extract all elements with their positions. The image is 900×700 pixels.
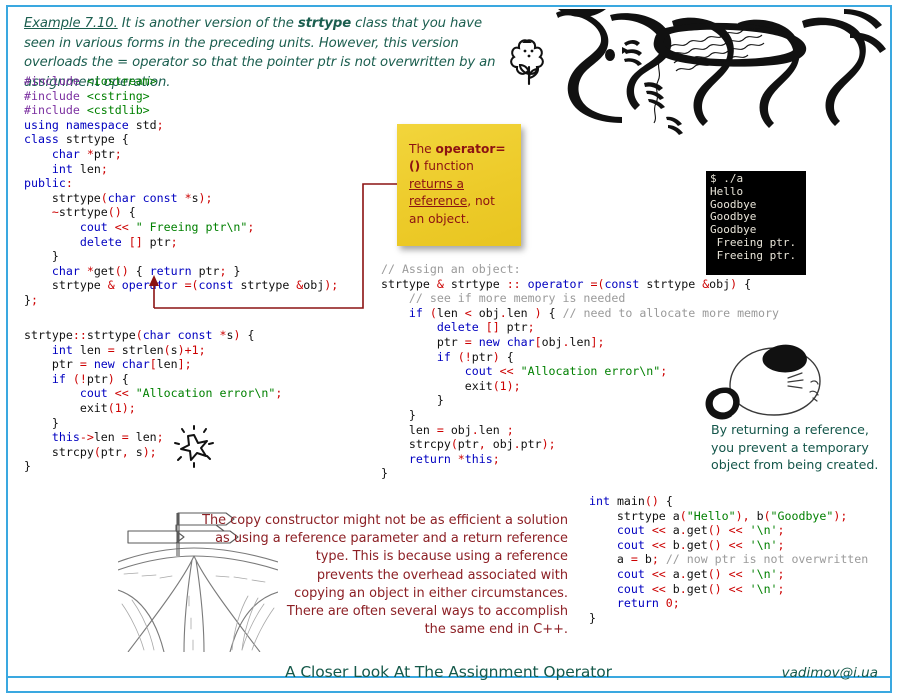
intro-bold-term: strtype xyxy=(297,16,352,31)
annotation-line: copying an object in either circumstance… xyxy=(294,585,568,601)
intro-text-1: It is another version of the xyxy=(117,16,298,31)
terminal-line: $ ./a xyxy=(710,172,744,185)
code-class-definition: #include <iostream> #include <cstring> #… xyxy=(24,74,339,307)
annotation-maroon: The copy constructor might not be as eff… xyxy=(200,512,568,639)
abstract-line-art xyxy=(556,9,886,135)
annotation-line: prevents the overhead associated with xyxy=(316,567,568,583)
code-constructor: strtype::strtype(char const *s) { int le… xyxy=(24,328,283,474)
sticky-underline: returns a reference xyxy=(409,176,468,209)
slide-canvas: Example 7.10. It is another version of t… xyxy=(0,0,900,700)
terminal-line: Freeing ptr. xyxy=(710,248,797,262)
terminal-output: $ ./a Hello Goodbye Goodbye Goodbye Freeing … xyxy=(706,171,806,275)
annotation-line: type. This is because using a reference xyxy=(315,549,568,565)
code-main-function: int main() { strtype a("Hello"), b("Good… xyxy=(589,494,869,625)
sticky-text-1: The xyxy=(409,142,436,156)
footer-email: vadimov@i.ua xyxy=(781,665,878,681)
sticky-text-2: function xyxy=(420,159,474,174)
sparkle-icon xyxy=(174,425,214,468)
sticky-note-callout: The operator=() function returns a refer… xyxy=(397,124,521,246)
sleeping-cat-icon xyxy=(705,344,821,420)
annotation-line: There are often several ways to accompli… xyxy=(286,604,568,620)
example-number: Example 7.10. xyxy=(24,16,118,31)
annotation-line: as using a reference parameter and a ret… xyxy=(215,531,568,547)
terminal-line: Freeing ptr. xyxy=(710,235,797,249)
flower-icon xyxy=(510,39,544,86)
annotation-line: the same end in C++. xyxy=(424,622,568,638)
terminal-line: Hello xyxy=(710,184,744,198)
annotation-line: The copy constructor might not be as eff… xyxy=(202,513,568,528)
annotation-green: By returning a reference, you prevent a … xyxy=(711,422,879,472)
footer-title: A Closer Look At The Assignment Operator xyxy=(285,663,612,681)
